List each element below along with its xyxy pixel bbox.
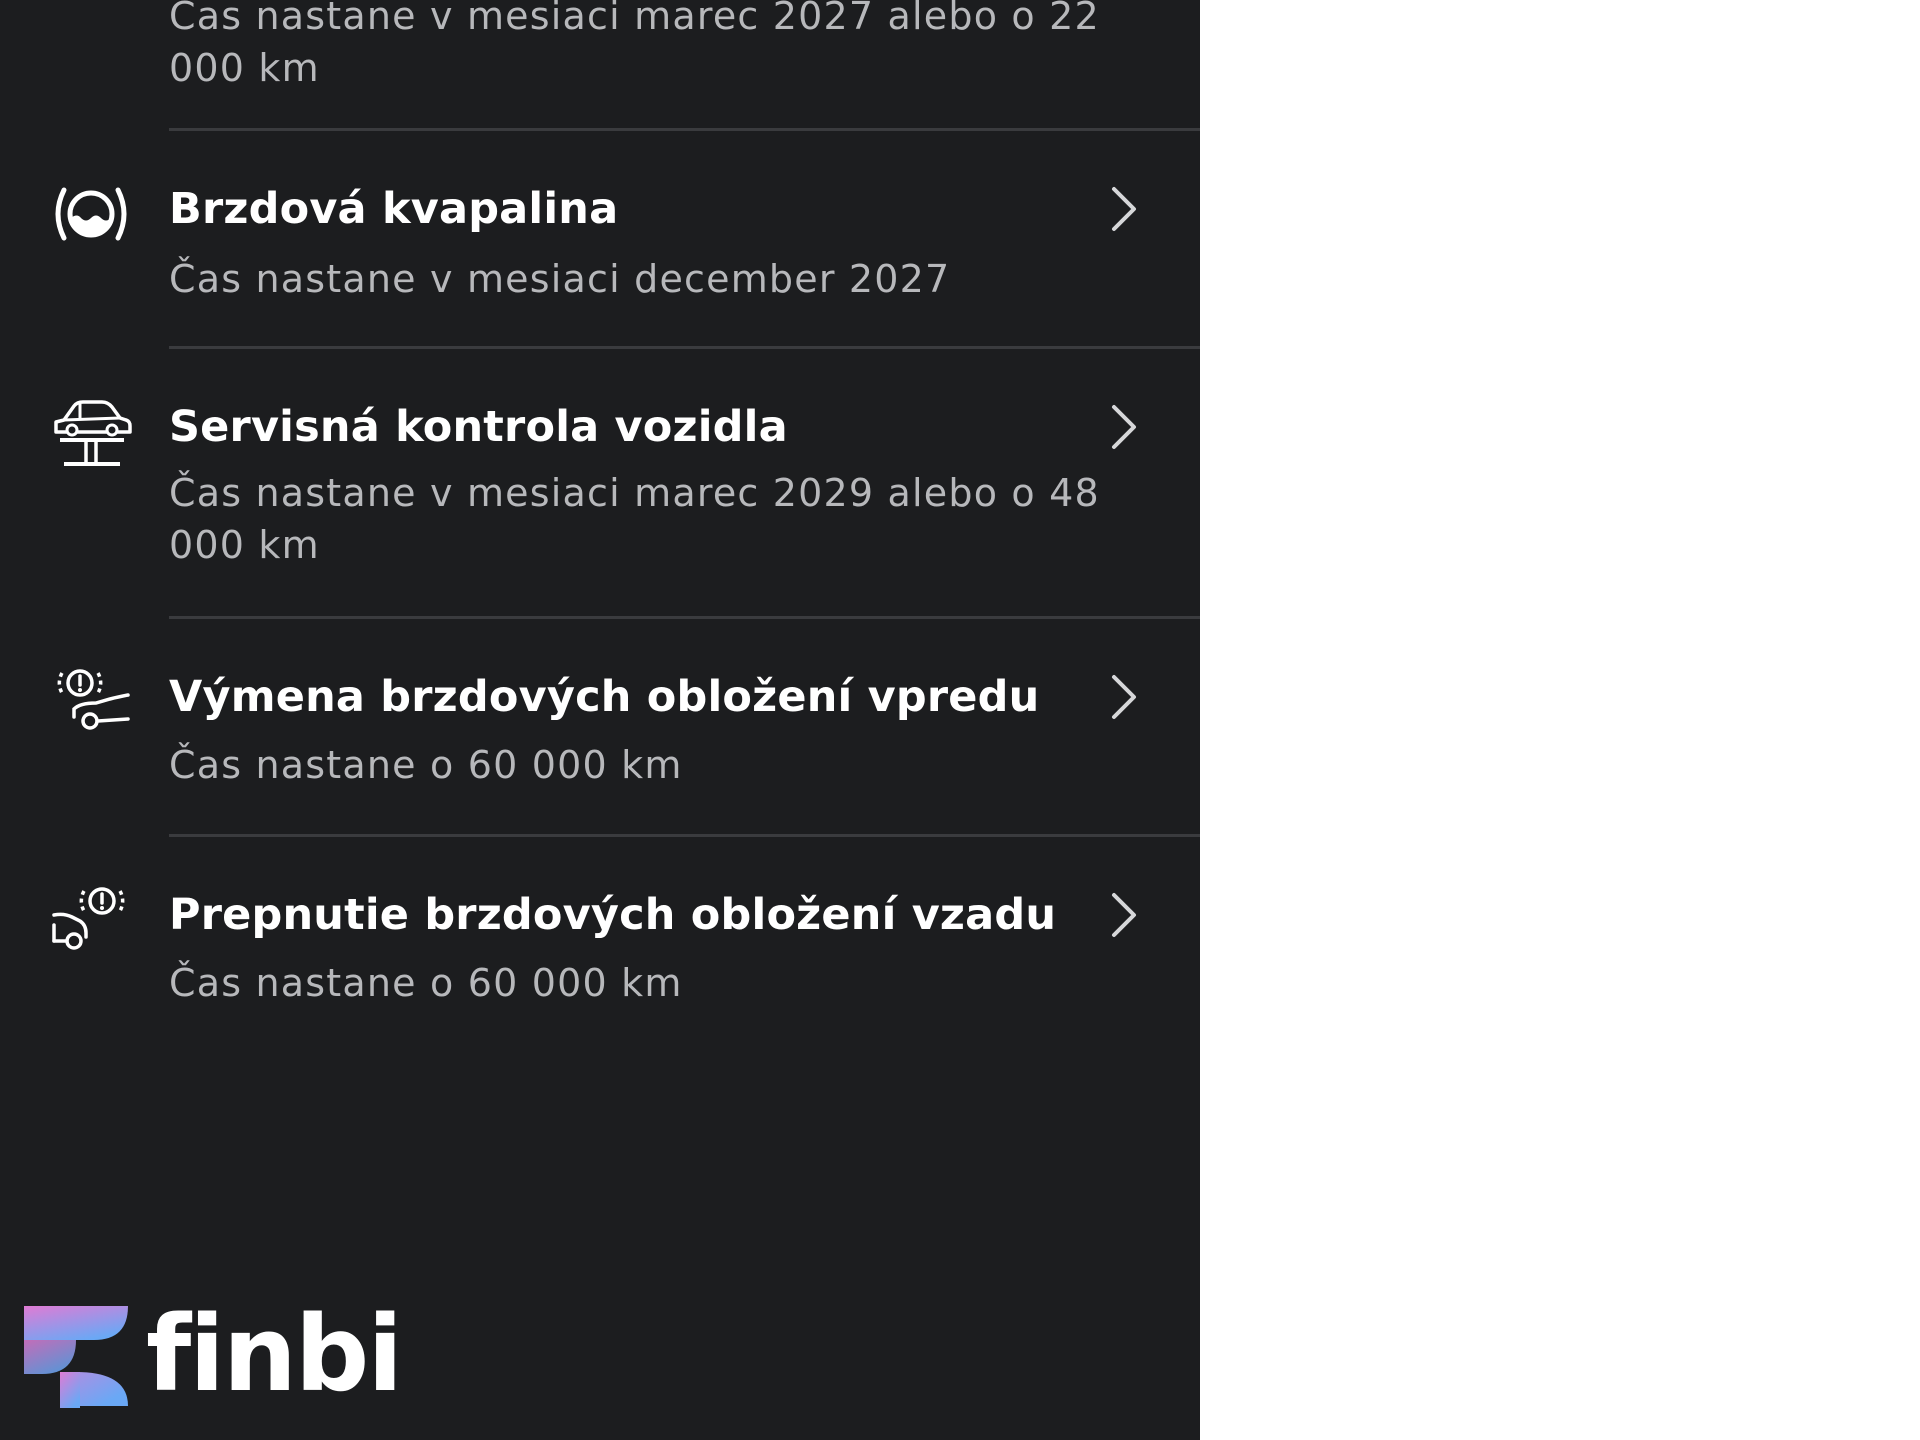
list-item-subtitle: Čas nastane v mesiaci marec 2027 alebo o…	[169, 0, 1100, 90]
chevron-right-icon	[1104, 181, 1142, 237]
finbi-logo-mark	[24, 1306, 128, 1408]
list-item-title: Brzdová kvapalina	[169, 184, 619, 234]
list-item-subtitle: Čas nastane o 60 000 km	[169, 961, 683, 1005]
rear-brake-pad-warning-icon	[50, 881, 132, 953]
list-item-subtitle: Čas nastane o 60 000 km	[169, 743, 683, 787]
list-item-previous[interactable]: Čas nastane v mesiaci marec 2027 alebo o…	[0, 0, 1200, 130]
list-item-front-brake-pads[interactable]: Výmena brzdových obložení vpredu Čas nas…	[0, 619, 1200, 836]
list-item-subtitle: Čas nastane v mesiaci december 2027	[169, 257, 951, 301]
car-lift-icon	[50, 396, 132, 468]
front-brake-pad-warning-icon	[50, 663, 132, 735]
list-item-title: Prepnutie brzdových obložení vzadu	[169, 890, 1057, 940]
brake-fluid-icon	[50, 178, 132, 250]
list-item-service-inspection[interactable]: Servisná kontrola vozidla Čas nastane v …	[0, 349, 1200, 617]
list-item-title: Servisná kontrola vozidla	[169, 402, 788, 452]
chevron-right-icon	[1104, 399, 1142, 455]
finbi-logo-text: finbi	[146, 1293, 403, 1415]
service-list-panel: Čas nastane v mesiaci marec 2027 alebo o…	[0, 0, 1200, 1440]
finbi-logo: finbi	[24, 1294, 403, 1416]
list-item-subtitle: Čas nastane v mesiaci marec 2029 alebo o…	[169, 471, 1100, 567]
list-item-title: Výmena brzdových obložení vpredu	[169, 672, 1040, 722]
list-item-brake-fluid[interactable]: Brzdová kvapalina Čas nastane v mesiaci …	[0, 131, 1200, 348]
chevron-right-icon	[1104, 887, 1142, 943]
list-item-rear-brake-pads[interactable]: Prepnutie brzdových obložení vzadu Čas n…	[0, 837, 1200, 1054]
chevron-right-icon	[1104, 669, 1142, 725]
